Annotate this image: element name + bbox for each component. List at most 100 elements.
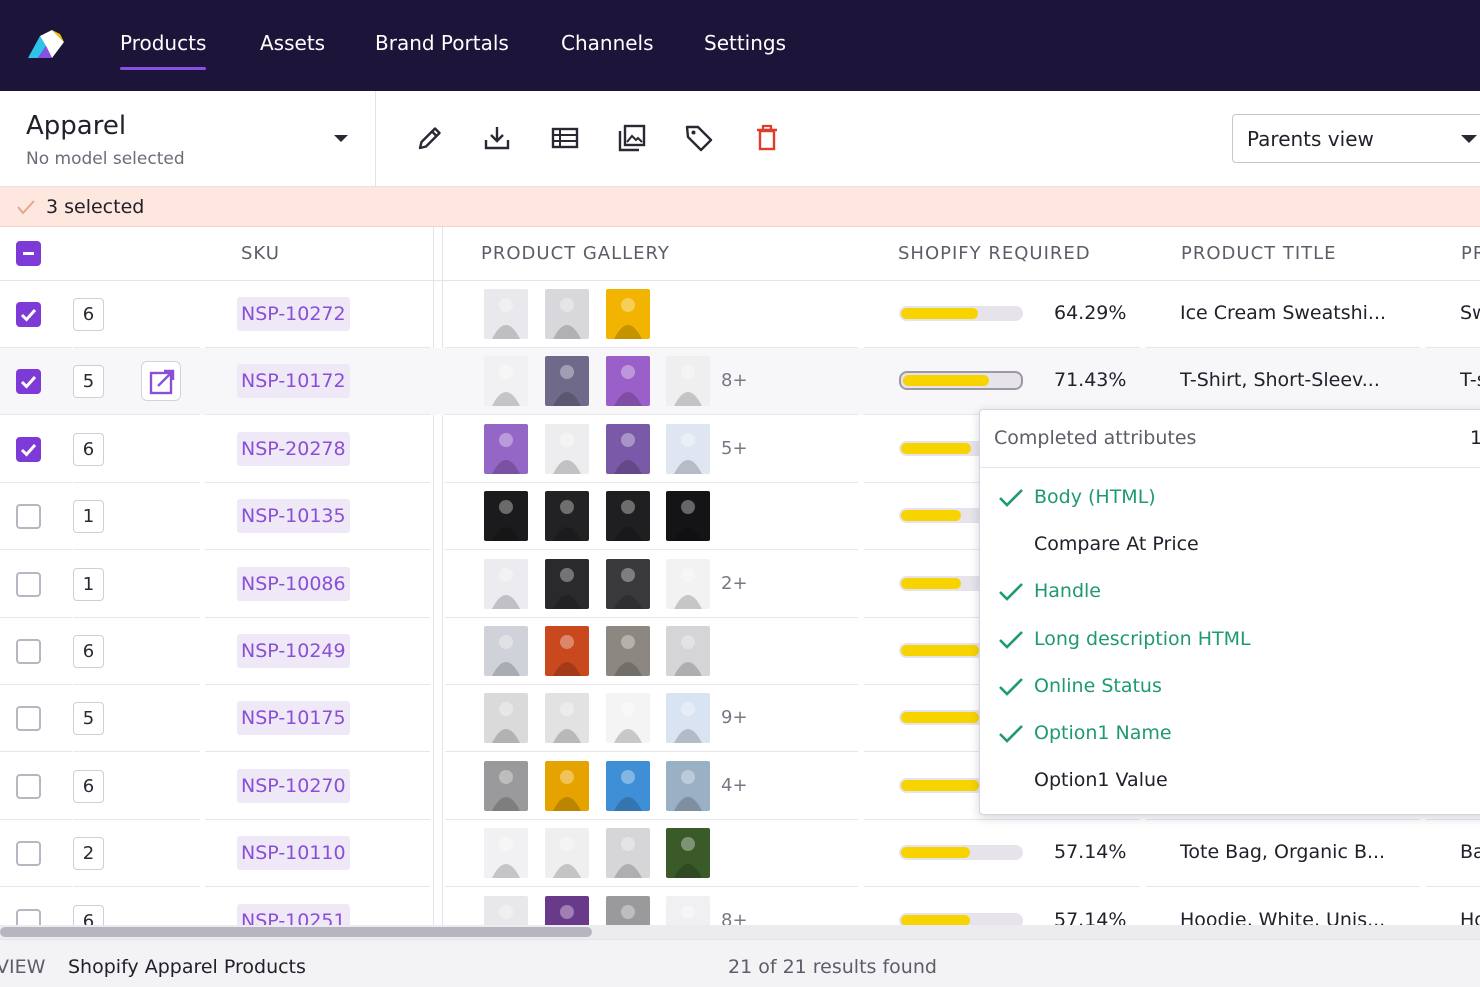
model-selector[interactable]: Apparel No model selected — [0, 91, 376, 187]
chevron-down-icon[interactable] — [334, 135, 348, 142]
product-thumbnail[interactable] — [484, 356, 528, 407]
product-thumbnail[interactable] — [666, 626, 710, 676]
product-thumbnail[interactable] — [606, 626, 650, 676]
product-thumbnail[interactable] — [545, 895, 589, 925]
row-checkbox[interactable] — [16, 706, 41, 732]
more-images-count[interactable]: 4+ — [721, 775, 748, 796]
product-thumbnail[interactable] — [606, 895, 650, 925]
product-thumbnail[interactable] — [545, 558, 589, 609]
product-title-cell[interactable]: Ice Cream Sweatshi... — [1180, 302, 1386, 324]
product-thumbnail[interactable] — [545, 828, 589, 879]
column-header-next[interactable]: PR — [1461, 243, 1480, 264]
product-thumbnail[interactable] — [666, 693, 710, 744]
completeness-progress-bar[interactable] — [899, 912, 1023, 925]
nav-settings[interactable]: Settings — [704, 31, 786, 55]
product-thumbnail[interactable] — [606, 423, 650, 474]
product-thumbnail[interactable] — [545, 626, 589, 676]
table-row[interactable]: 2 NSP-10110 57.14% Tote Bag, Organic B... Ba — [0, 820, 1480, 888]
nav-assets[interactable]: Assets — [260, 31, 325, 55]
product-thumbnail[interactable] — [606, 558, 650, 609]
row-checkbox[interactable] — [16, 436, 41, 462]
product-thumbnail[interactable] — [666, 491, 710, 542]
tag-icon[interactable] — [684, 123, 714, 153]
product-thumbnail[interactable] — [545, 693, 589, 744]
table-row[interactable]: 6 NSP-10251 8+ 57.14% Hoodie, White, Unis...… — [0, 888, 1480, 925]
product-thumbnail[interactable] — [484, 693, 528, 744]
column-header-gallery[interactable]: PRODUCT GALLERY — [481, 243, 670, 264]
view-mode-select[interactable]: Parents view — [1232, 114, 1480, 163]
product-thumbnail[interactable] — [484, 828, 528, 879]
product-thumbnail[interactable] — [606, 289, 650, 339]
next-column-cell[interactable]: Sw — [1460, 302, 1480, 324]
table-row[interactable]: 5 NSP-10172 8+ 71.43% T-Shirt, Short-Sleev..… — [0, 348, 1480, 416]
column-header-sku[interactable]: SKU — [241, 243, 280, 264]
completeness-progress-bar[interactable] — [899, 371, 1023, 391]
product-thumbnail[interactable] — [545, 760, 589, 811]
product-title-cell[interactable]: Hoodie, White, Unis... — [1180, 909, 1385, 925]
sku-link[interactable]: NSP-10175 — [237, 701, 350, 736]
saved-view-name[interactable]: Shopify Apparel Products — [68, 956, 306, 978]
product-thumbnail[interactable] — [484, 289, 528, 339]
product-thumbnail[interactable] — [606, 760, 650, 811]
product-thumbnail[interactable] — [606, 693, 650, 744]
product-thumbnail[interactable] — [666, 558, 710, 609]
more-images-count[interactable]: 8+ — [721, 370, 748, 391]
row-checkbox[interactable] — [16, 773, 41, 799]
table-icon[interactable] — [550, 123, 580, 153]
completeness-progress-bar[interactable] — [899, 845, 1023, 861]
column-header-product-title[interactable]: PRODUCT TITLE — [1181, 243, 1337, 264]
more-images-count[interactable]: 5+ — [721, 438, 748, 459]
variant-count-badge[interactable]: 6 — [73, 635, 104, 668]
row-checkbox[interactable] — [16, 639, 41, 664]
select-all-checkbox[interactable] — [16, 241, 41, 266]
row-checkbox[interactable] — [16, 302, 41, 327]
more-images-count[interactable]: 9+ — [721, 707, 748, 728]
variant-count-badge[interactable]: 5 — [73, 365, 104, 399]
product-thumbnail[interactable] — [484, 626, 528, 676]
variant-count-badge[interactable]: 5 — [73, 702, 104, 736]
nav-brand-portals[interactable]: Brand Portals — [375, 31, 509, 55]
nav-channels[interactable]: Channels — [561, 31, 654, 55]
product-thumbnail[interactable] — [545, 289, 589, 339]
product-thumbnail[interactable] — [666, 828, 710, 879]
product-thumbnail[interactable] — [484, 423, 528, 474]
next-column-cell[interactable]: Ho — [1460, 909, 1480, 925]
nav-products[interactable]: Products — [120, 31, 206, 55]
product-thumbnail[interactable] — [606, 356, 650, 407]
row-checkbox[interactable] — [16, 369, 41, 395]
variant-count-badge[interactable]: 6 — [73, 432, 104, 466]
variant-count-badge[interactable]: 2 — [73, 837, 104, 871]
horizontal-scrollbar[interactable] — [0, 925, 1480, 939]
scrollbar-thumb[interactable] — [0, 927, 592, 937]
product-thumbnail[interactable] — [545, 423, 589, 474]
more-images-count[interactable]: 2+ — [721, 573, 748, 594]
column-header-shopify-required[interactable]: SHOPIFY REQUIRED — [898, 243, 1091, 264]
completeness-progress-bar[interactable] — [899, 306, 1023, 321]
app-logo-icon[interactable] — [26, 28, 68, 60]
product-thumbnail[interactable] — [484, 491, 528, 542]
sku-link[interactable]: NSP-10249 — [237, 634, 350, 668]
row-checkbox[interactable] — [16, 571, 41, 597]
sku-link[interactable]: NSP-10272 — [237, 297, 350, 331]
next-column-cell[interactable]: T-s — [1460, 369, 1480, 391]
row-checkbox[interactable] — [16, 841, 41, 867]
product-thumbnail[interactable] — [545, 356, 589, 407]
product-thumbnail[interactable] — [606, 828, 650, 879]
sku-link[interactable]: NSP-10251 — [237, 903, 350, 925]
sku-link[interactable]: NSP-20278 — [237, 431, 350, 466]
product-thumbnail[interactable] — [666, 356, 710, 407]
variant-count-badge[interactable]: 6 — [73, 298, 104, 331]
product-title-cell[interactable]: T-Shirt, Short-Sleev... — [1180, 369, 1380, 391]
row-checkbox[interactable] — [16, 504, 41, 530]
edit-icon[interactable] — [415, 123, 445, 153]
more-images-count[interactable]: 8+ — [721, 910, 748, 925]
sku-link[interactable]: NSP-10086 — [237, 566, 350, 601]
product-title-cell[interactable]: Tote Bag, Organic B... — [1180, 841, 1385, 863]
variant-count-badge[interactable]: 1 — [73, 500, 104, 534]
open-in-new-icon[interactable] — [141, 361, 181, 402]
variant-count-badge[interactable]: 1 — [73, 567, 104, 601]
product-thumbnail[interactable] — [484, 558, 528, 609]
product-thumbnail[interactable] — [666, 423, 710, 474]
product-thumbnail[interactable] — [606, 491, 650, 542]
product-thumbnail[interactable] — [484, 895, 528, 925]
